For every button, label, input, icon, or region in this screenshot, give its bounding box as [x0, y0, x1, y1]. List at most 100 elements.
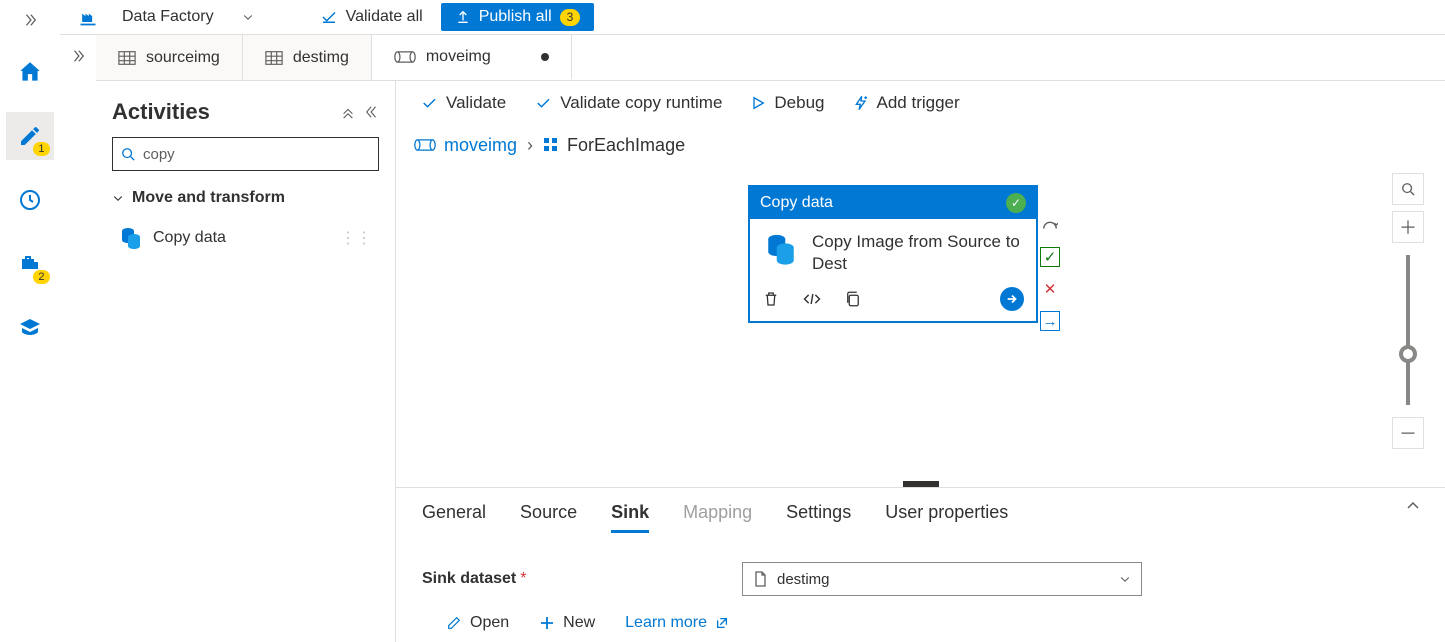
- validate-button[interactable]: Validate: [420, 93, 506, 113]
- app-label[interactable]: Data Factory: [122, 8, 214, 26]
- canvas-toolbar: Validate Validate copy runtime Debug: [396, 81, 1445, 125]
- code-icon[interactable]: [802, 291, 822, 307]
- nav-collapse-toggle[interactable]: [10, 8, 50, 32]
- nav-author[interactable]: 1: [6, 112, 54, 160]
- publish-all-button[interactable]: Publish all 3: [441, 3, 595, 31]
- edit-icon: [446, 615, 462, 631]
- sink-dataset-select[interactable]: destimg: [742, 562, 1142, 596]
- check-icon: [420, 94, 438, 112]
- nav-learn[interactable]: [6, 304, 54, 352]
- tab-label: sourceimg: [146, 49, 220, 67]
- publish-count-badge: 3: [560, 9, 581, 26]
- port-success-icon[interactable]: ✓: [1040, 247, 1060, 267]
- activities-search[interactable]: [112, 137, 379, 171]
- debug-button[interactable]: Debug: [750, 93, 824, 113]
- data-factory-icon: [78, 7, 98, 27]
- tab-label: destimg: [293, 49, 349, 67]
- top-toolbar: Data Factory Validate all Publish all 3: [60, 0, 1445, 34]
- publish-all-label: Publish all: [479, 8, 552, 26]
- nav-rail: 1 2: [0, 0, 60, 642]
- node-type-label: Copy data: [760, 194, 833, 212]
- drag-handle-icon[interactable]: ⋮⋮: [340, 228, 372, 248]
- port-skip-icon[interactable]: [1040, 215, 1060, 235]
- database-icon: [764, 231, 798, 267]
- database-icon: [119, 226, 143, 250]
- activity-group-move-transform[interactable]: Move and transform: [112, 189, 379, 207]
- success-status-icon: ✓: [1006, 193, 1026, 213]
- zoom-slider[interactable]: [1406, 255, 1410, 405]
- nav-monitor[interactable]: [6, 176, 54, 224]
- port-failure-icon[interactable]: ✕: [1040, 279, 1060, 299]
- canvas-breadcrumb: moveimg › ForEachImage: [396, 125, 1445, 165]
- open-dataset-button[interactable]: Open: [446, 614, 509, 632]
- sink-dataset-value: destimg: [777, 571, 830, 588]
- dtab-source[interactable]: Source: [520, 502, 577, 523]
- dirty-indicator-icon: [541, 53, 549, 61]
- validate-copy-label: Validate copy runtime: [560, 93, 722, 113]
- pipeline-canvas[interactable]: Copy data ✓ Copy Image from Source to De…: [396, 165, 1445, 488]
- tab-label: moveimg: [426, 48, 491, 66]
- add-trigger-label: Add trigger: [877, 93, 960, 113]
- new-dataset-button[interactable]: New: [539, 614, 595, 632]
- trigger-icon: [853, 95, 869, 111]
- zoom-out-button[interactable]: －: [1392, 417, 1424, 449]
- play-icon: [750, 95, 766, 111]
- pipeline-icon: [394, 49, 416, 65]
- node-header[interactable]: Copy data ✓: [750, 187, 1036, 219]
- validate-copy-button[interactable]: Validate copy runtime: [534, 93, 722, 113]
- zoom-search-icon[interactable]: [1392, 173, 1424, 205]
- tab-moveimg[interactable]: moveimg: [372, 35, 572, 80]
- port-completion-icon[interactable]: →: [1040, 311, 1060, 331]
- zoom-in-button[interactable]: ＋: [1392, 211, 1424, 243]
- node-output-ports: ✓ ✕ →: [1040, 215, 1060, 331]
- tab-destimg[interactable]: destimg: [243, 35, 372, 80]
- sink-dataset-label: Sink dataset*: [422, 570, 722, 588]
- expand-all-icon[interactable]: [341, 105, 355, 119]
- zoom-controls: ＋ －: [1391, 173, 1425, 449]
- search-icon: [121, 147, 135, 161]
- breadcrumb-separator-icon: ›: [527, 135, 533, 156]
- workspace-collapse-toggle[interactable]: [60, 35, 96, 642]
- nav-home[interactable]: [6, 48, 54, 96]
- dtab-mapping[interactable]: Mapping: [683, 502, 752, 523]
- activities-title: Activities: [112, 99, 210, 125]
- collapse-panel-icon[interactable]: [1405, 498, 1421, 514]
- dtab-general[interactable]: General: [422, 502, 486, 523]
- copy-data-node[interactable]: Copy data ✓ Copy Image from Source to De…: [748, 185, 1038, 323]
- activity-label: Copy data: [153, 229, 226, 247]
- dataset-icon: [118, 50, 136, 66]
- breadcrumb-current: ForEachImage: [543, 135, 685, 156]
- add-trigger-button[interactable]: Add trigger: [853, 93, 960, 113]
- activity-copy-data[interactable]: Copy data ⋮⋮: [112, 219, 379, 257]
- activity-group-label: Move and transform: [132, 189, 285, 207]
- dtab-userprops[interactable]: User properties: [885, 502, 1008, 523]
- collapse-panel-icon[interactable]: [365, 105, 379, 119]
- validate-all-button[interactable]: Validate all: [320, 8, 423, 26]
- editor-tabs: sourceimg destimg moveimg: [96, 35, 1445, 81]
- validate-all-label: Validate all: [346, 8, 423, 26]
- nav-manage-badge: 2: [33, 270, 49, 284]
- details-tabs: General Source Sink Mapping Settings Use…: [422, 488, 1419, 536]
- chevron-down-icon[interactable]: [242, 11, 254, 23]
- dtab-sink[interactable]: Sink: [611, 502, 649, 523]
- activities-panel: Activities: [96, 81, 396, 642]
- nav-manage[interactable]: 2: [6, 240, 54, 288]
- nav-author-badge: 1: [33, 142, 49, 156]
- dataset-icon: [265, 50, 283, 66]
- tab-sourceimg[interactable]: sourceimg: [96, 35, 243, 80]
- dtab-settings[interactable]: Settings: [786, 502, 851, 523]
- details-panel: General Source Sink Mapping Settings Use…: [396, 488, 1445, 642]
- chevron-down-icon: [1119, 573, 1131, 585]
- node-name-label: Copy Image from Source to Dest: [812, 231, 1022, 275]
- validate-label: Validate: [446, 93, 506, 113]
- plus-icon: [539, 615, 555, 631]
- panel-resize-handle[interactable]: [903, 481, 939, 487]
- navigate-icon[interactable]: [1000, 287, 1024, 311]
- learn-more-link[interactable]: Learn more: [625, 614, 729, 632]
- breadcrumb-root[interactable]: moveimg: [414, 135, 517, 156]
- clone-icon[interactable]: [844, 290, 862, 308]
- activities-search-input[interactable]: [143, 146, 370, 163]
- delete-icon[interactable]: [762, 290, 780, 308]
- debug-label: Debug: [774, 93, 824, 113]
- check-icon: [534, 94, 552, 112]
